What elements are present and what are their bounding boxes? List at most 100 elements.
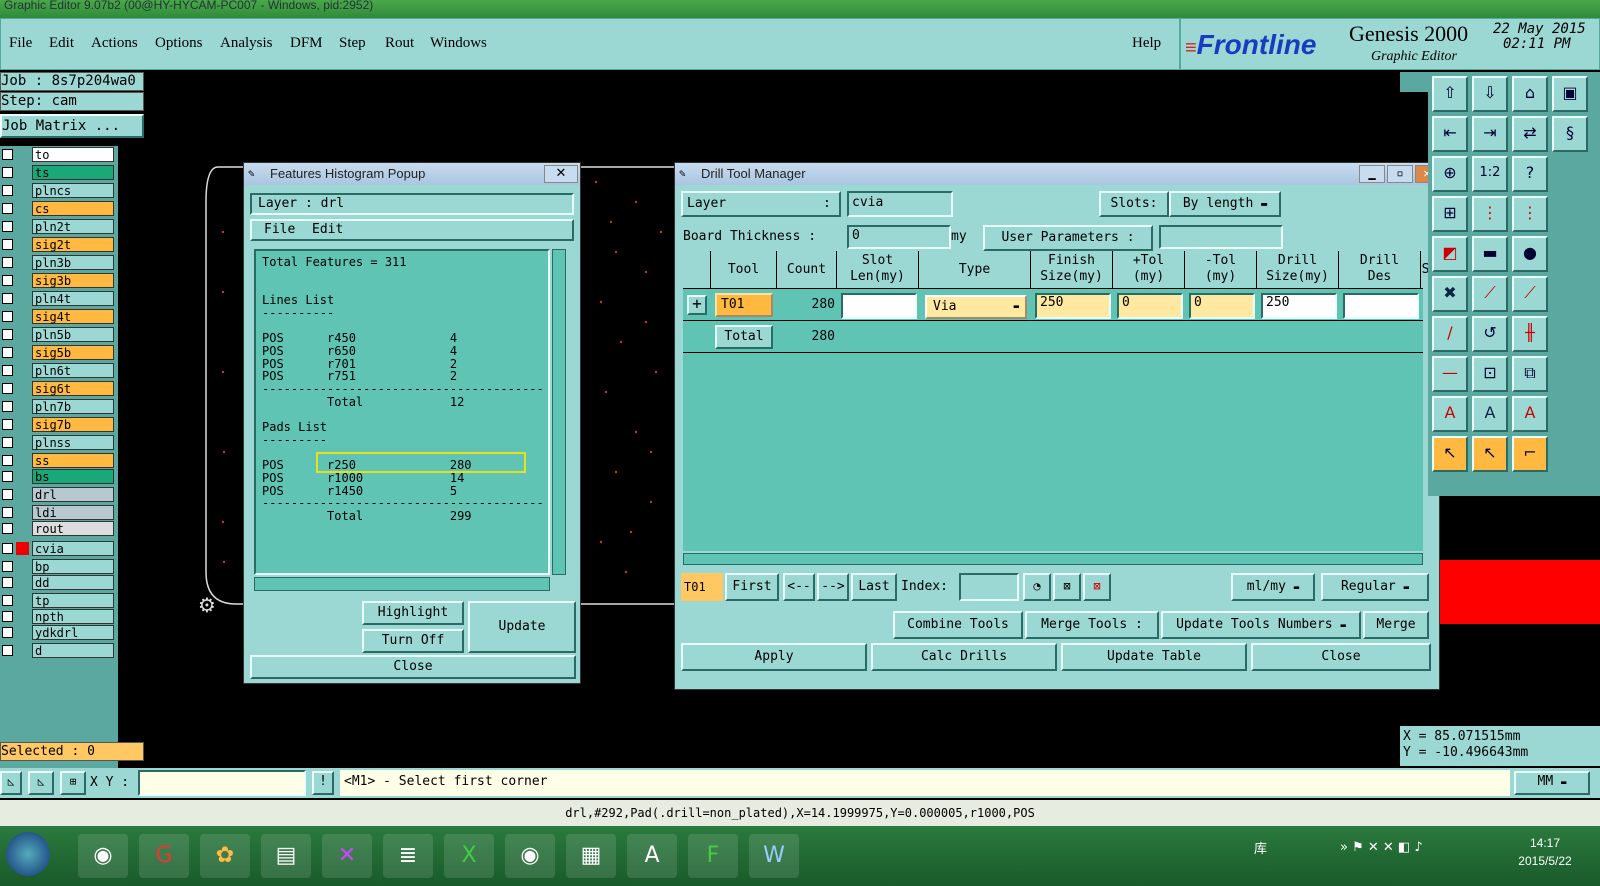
layer-row-sig2t[interactable]: sig2t bbox=[0, 236, 116, 254]
exclaim-icon[interactable]: ! bbox=[312, 771, 334, 795]
window-icon[interactable]: ▣ bbox=[1552, 76, 1588, 112]
home-icon[interactable]: ⌂ bbox=[1512, 76, 1548, 112]
menu-help[interactable]: Help bbox=[1132, 35, 1161, 52]
menu-options[interactable]: Options bbox=[155, 35, 203, 52]
scale-icon[interactable]: 1:2 bbox=[1472, 156, 1508, 192]
taskbar-app-1[interactable]: ◉ bbox=[78, 834, 128, 878]
layer-checkbox[interactable] bbox=[2, 257, 13, 268]
taskbar-app-5[interactable]: ✕ bbox=[322, 834, 372, 878]
dash-icon[interactable]: — bbox=[1432, 356, 1468, 392]
export-icon[interactable]: ⇩ bbox=[1472, 76, 1508, 112]
prev-button[interactable]: <-- bbox=[783, 573, 815, 601]
layer-checkbox[interactable] bbox=[2, 203, 13, 214]
board-thickness-field[interactable]: 0 bbox=[847, 225, 951, 249]
select-icon[interactable]: ⊠ bbox=[1053, 573, 1081, 601]
layer-row-sig4t[interactable]: sig4t bbox=[0, 308, 116, 326]
taskbar-app-2[interactable]: G bbox=[139, 834, 189, 878]
layer-checkbox[interactable] bbox=[2, 167, 13, 178]
layer-checkbox[interactable] bbox=[2, 401, 13, 412]
shape-icon[interactable]: ◩ bbox=[1432, 236, 1468, 272]
tray-folder-label[interactable]: 库 bbox=[1254, 838, 1267, 857]
layer-row-dd[interactable]: dd bbox=[0, 574, 116, 592]
layer-checkbox[interactable] bbox=[2, 543, 13, 554]
pointer-icon[interactable]: ↖ bbox=[1432, 436, 1468, 472]
layer-checkbox[interactable] bbox=[2, 437, 13, 448]
layer-row-plnss[interactable]: plnss bbox=[0, 434, 116, 452]
taskbar-calculator-icon[interactable]: ▦ bbox=[566, 834, 616, 878]
user-parameters-button[interactable]: User Parameters : bbox=[983, 225, 1153, 251]
histogram-close-button[interactable]: Close bbox=[250, 655, 576, 679]
highlight-button[interactable]: Highlight bbox=[362, 601, 464, 625]
histogram-menu-file[interactable]: File bbox=[264, 221, 295, 239]
a3-icon[interactable]: A bbox=[1512, 396, 1548, 432]
job-matrix-button[interactable]: Job Matrix ... bbox=[0, 114, 144, 138]
layer-row-to[interactable]: to bbox=[0, 146, 116, 164]
layer-checkbox[interactable] bbox=[2, 329, 13, 340]
index-field[interactable] bbox=[959, 573, 1019, 601]
menu-dfm[interactable]: DFM bbox=[290, 35, 323, 52]
line-point2-icon[interactable]: ⟋ bbox=[1512, 276, 1548, 312]
layer-checkbox[interactable] bbox=[2, 455, 13, 466]
menu-edit[interactable]: Edit bbox=[49, 35, 74, 52]
blocks-icon[interactable]: ⧉ bbox=[1512, 356, 1548, 392]
layer-row-sig6t[interactable]: sig6t bbox=[0, 380, 116, 398]
layer-checkbox[interactable] bbox=[2, 293, 13, 304]
a-icon[interactable]: A bbox=[1432, 396, 1468, 432]
tool-cell[interactable]: T01 bbox=[715, 293, 773, 317]
grid-icon[interactable]: ⊞ bbox=[1432, 196, 1468, 232]
drill-size-input[interactable]: 250 bbox=[1261, 293, 1337, 319]
tool-icon-1[interactable]: ◺ bbox=[0, 771, 22, 795]
snake-icon[interactable]: § bbox=[1552, 116, 1588, 152]
layer-checkbox[interactable] bbox=[2, 611, 13, 622]
taskbar-app-11[interactable]: F bbox=[688, 834, 738, 878]
taskbar-save-icon[interactable]: ▤ bbox=[261, 834, 311, 878]
total-button[interactable]: Total bbox=[715, 325, 773, 349]
layer-checkbox[interactable] bbox=[2, 149, 13, 160]
layer-row-pln2t[interactable]: pln2t bbox=[0, 218, 116, 236]
combine-tools-button[interactable]: Combine Tools bbox=[893, 611, 1023, 639]
cross-icon[interactable]: ✖ bbox=[1432, 276, 1468, 312]
taskbar-app-10[interactable]: A bbox=[627, 834, 677, 878]
zoom-icon[interactable]: ⊕ bbox=[1432, 156, 1468, 192]
menu-rout[interactable]: Rout bbox=[385, 35, 414, 52]
close-icon[interactable]: ✕ bbox=[544, 165, 578, 183]
taskbar-app-8[interactable]: ◉ bbox=[505, 834, 555, 878]
layer-row-pln5b[interactable]: pln5b bbox=[0, 326, 116, 344]
update-tools-numbers-dropdown[interactable]: Update Tools Numbers ▬ bbox=[1161, 611, 1361, 639]
layer-row-pln3b[interactable]: pln3b bbox=[0, 254, 116, 272]
taskbar-notepad-icon[interactable]: ≣ bbox=[383, 834, 433, 878]
layer-row-sig5b[interactable]: sig5b bbox=[0, 344, 116, 362]
net-icon[interactable]: ⋮ bbox=[1472, 196, 1508, 232]
layer-checkbox[interactable] bbox=[2, 185, 13, 196]
layer-row-d[interactable]: d bbox=[0, 642, 116, 660]
start-button[interactable] bbox=[6, 832, 50, 876]
delete-icon[interactable]: ⊠ bbox=[1083, 573, 1111, 601]
minimize-icon[interactable]: ▁ bbox=[1359, 165, 1385, 183]
units-dropdown[interactable]: MM ▬ bbox=[1514, 771, 1590, 795]
update-table-button[interactable]: Update Table bbox=[1061, 643, 1247, 671]
menu-step[interactable]: Step bbox=[339, 35, 366, 52]
layer-button[interactable]: Layer: bbox=[681, 191, 841, 217]
vertical-scrollbar[interactable] bbox=[552, 249, 566, 575]
layer-row-bs[interactable]: bs bbox=[0, 468, 116, 486]
system-clock[interactable]: 14:17 2015/5/22 bbox=[1500, 834, 1590, 870]
help-icon[interactable]: ? bbox=[1512, 156, 1548, 192]
first-button[interactable]: First bbox=[725, 573, 779, 601]
layer-row-pln4t[interactable]: pln4t bbox=[0, 290, 116, 308]
layer-row-drl[interactable]: drl bbox=[0, 486, 116, 504]
layer-row-cs[interactable]: cs bbox=[0, 200, 116, 218]
layer-row-ts[interactable]: ts bbox=[0, 164, 116, 182]
layer-checkbox[interactable] bbox=[2, 347, 13, 358]
net2-icon[interactable]: ⋮ bbox=[1512, 196, 1548, 232]
line-draw-icon[interactable]: / bbox=[1432, 316, 1468, 352]
route-icon[interactable]: ⌐ bbox=[1512, 436, 1548, 472]
slots-dropdown[interactable]: By length ▬ bbox=[1169, 191, 1281, 217]
layer-checkbox[interactable] bbox=[2, 577, 13, 588]
layer-checkbox[interactable] bbox=[2, 471, 13, 482]
last-button[interactable]: Last bbox=[851, 573, 897, 601]
drill-close-button[interactable]: Close bbox=[1251, 643, 1431, 671]
pointer2-icon[interactable]: ↖ bbox=[1472, 436, 1508, 472]
layer-checkbox[interactable] bbox=[2, 627, 13, 638]
swap-icon[interactable]: ⇄ bbox=[1512, 116, 1548, 152]
type-dropdown[interactable]: Via ▬ bbox=[925, 295, 1027, 319]
